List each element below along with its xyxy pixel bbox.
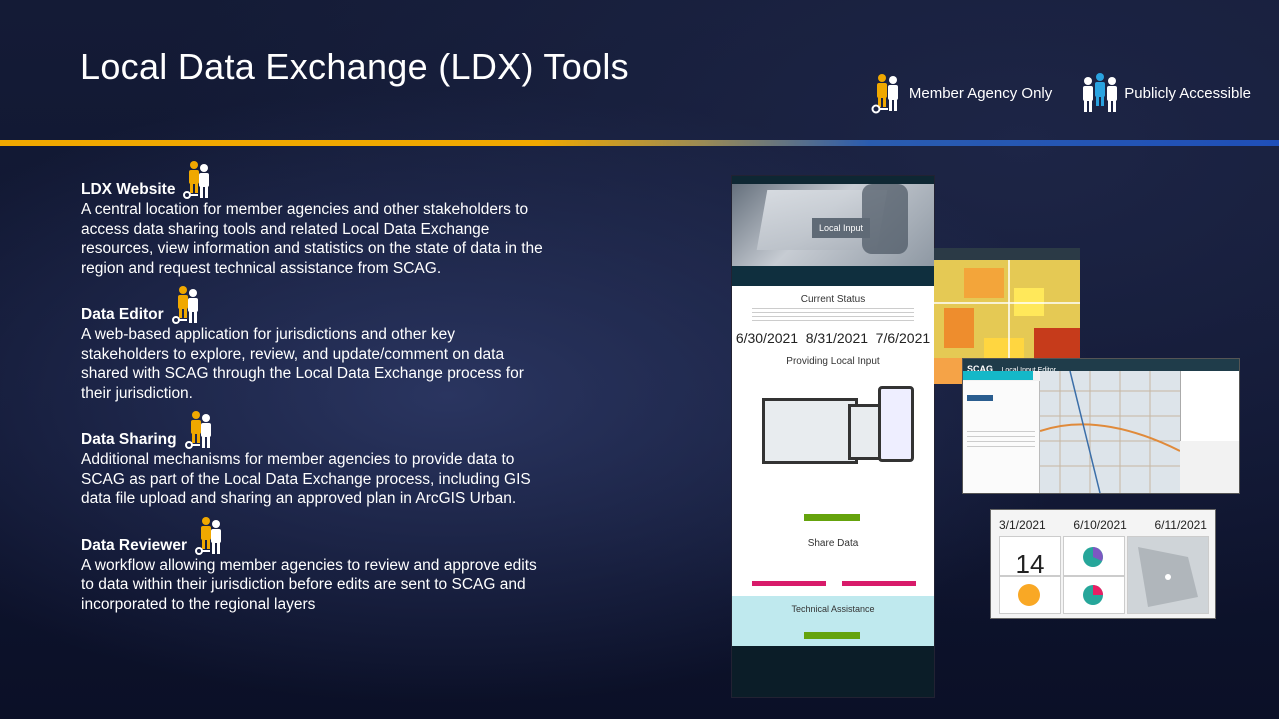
street-map — [1040, 371, 1180, 493]
pie-card-orange — [999, 576, 1061, 614]
publicly-accessible-icon — [1083, 73, 1118, 112]
tool-description: Additional mechanisms for member agencie… — [81, 451, 531, 507]
member-agency-only-icon — [871, 74, 898, 114]
divider-band — [0, 140, 1279, 146]
legend-member-label: Member Agency Only — [908, 84, 1053, 102]
tool-description: A web-based application for jurisdiction… — [81, 326, 524, 402]
tool-name: Data Editor — [81, 306, 164, 323]
ldx-website-screenshot: Local Input Current Status 6/30/2021 8/3… — [732, 176, 934, 697]
tool-description: A workflow allowing member agencies to r… — [81, 556, 537, 613]
count-card: 14 — [999, 536, 1061, 579]
dashboard-screenshot: 3/1/2021 6/10/2021 6/11/2021 14 — [990, 509, 1216, 619]
tool-name: Data Sharing — [81, 431, 177, 448]
tool-data-editor: Data Editor A web-based application for … — [81, 285, 681, 403]
member-agency-only-icon — [171, 286, 198, 324]
tool-name: LDX Website — [81, 181, 176, 198]
current-status-heading: Current Status — [800, 294, 866, 305]
tools-list: LDX Website A central location for membe… — [81, 160, 681, 614]
providing-input-heading: Providing Local Input — [786, 356, 880, 367]
local-input-editor-screenshot: SCAG Local Input Editor — [962, 358, 1240, 494]
tool-data-reviewer: Data Reviewer A workflow allowing member… — [81, 516, 681, 615]
member-agency-only-icon — [194, 516, 221, 555]
phone-illustration — [878, 386, 914, 462]
tool-description: A central location for member agencies a… — [81, 201, 543, 277]
tool-name: Data Reviewer — [81, 536, 187, 554]
slide-title: Local Data Exchange (LDX) Tools — [80, 46, 629, 87]
tech-assist-heading: Technical Assistance — [791, 604, 875, 614]
member-and-public-icon — [183, 161, 210, 199]
pie-card — [1063, 536, 1125, 576]
legend-public: Publicly Accessible — [1080, 72, 1251, 114]
pie-card-multi — [1063, 576, 1125, 614]
local-input-button: Local Input — [812, 218, 870, 238]
share-data-heading: Share Data — [807, 538, 859, 549]
tool-data-sharing: Data Sharing Additional mechanisms for m… — [81, 410, 681, 509]
legend-member: Member Agency Only — [871, 72, 1052, 114]
desktop-illustration — [762, 398, 858, 464]
dashboard-map — [1127, 536, 1209, 614]
legend-public-label: Publicly Accessible — [1124, 84, 1251, 102]
website-hero: Local Input — [732, 176, 934, 266]
tool-ldx-website: LDX Website A central location for membe… — [81, 160, 681, 278]
member-agency-only-icon — [184, 411, 211, 449]
status-dates: 6/30/2021 8/31/2021 7/6/2021 — [735, 330, 931, 346]
dashboard-dates: 3/1/2021 6/10/2021 6/11/2021 — [999, 518, 1207, 532]
access-legend: Member Agency Only Publicly Accessible — [843, 72, 1251, 114]
